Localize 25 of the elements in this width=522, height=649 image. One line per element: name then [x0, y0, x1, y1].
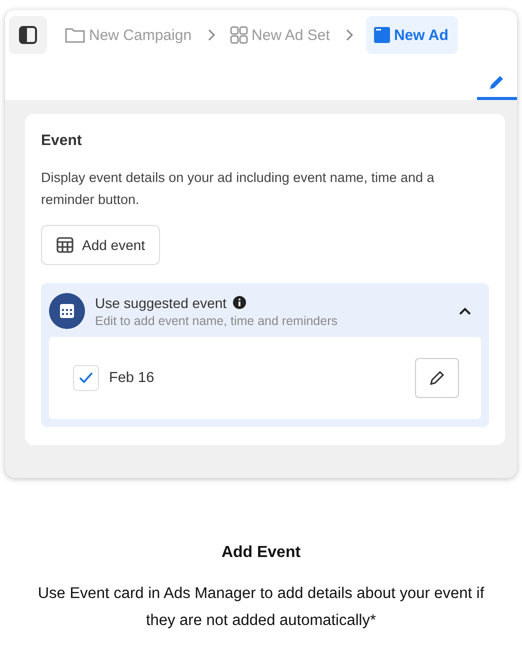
caption-title: Add Event: [221, 544, 301, 562]
calendar-icon: [56, 236, 74, 254]
checkbox[interactable]: [73, 365, 99, 391]
card-title: Event: [41, 132, 83, 149]
folder-icon: [65, 27, 85, 43]
window-icon: [374, 27, 390, 43]
chevron-icon: [208, 29, 216, 41]
event-date: Feb 16: [109, 370, 156, 386]
chevron-icon: [346, 29, 354, 41]
breadcrumb[interactable]: New Campaign: [63, 16, 202, 54]
suggested-event-title: Use suggested event: [95, 294, 227, 310]
info-icon: [232, 296, 246, 309]
breadcrumb[interactable]: New Ad Set: [228, 16, 340, 54]
checkmark-icon: [79, 372, 93, 384]
sidebar-icon: [18, 25, 38, 45]
add-event-button[interactable]: Add event: [41, 225, 160, 265]
grid-icon: [230, 26, 248, 44]
suggested-event-subtitle: Edit to add event name, time and reminders: [95, 314, 338, 328]
sidebar-toggle[interactable]: [9, 16, 47, 54]
caption-text: Use Event card in Ads Manager to add details about your event if they are not added automatically*: [36, 584, 486, 631]
calendar-icon: [49, 293, 85, 329]
pencil-icon: [428, 369, 446, 387]
edit-button[interactable]: [415, 358, 459, 398]
card-description: Display event details on your ad including event name, time and a reminder button.: [41, 169, 436, 209]
breadcrumb[interactable]: New Ad: [366, 16, 458, 54]
